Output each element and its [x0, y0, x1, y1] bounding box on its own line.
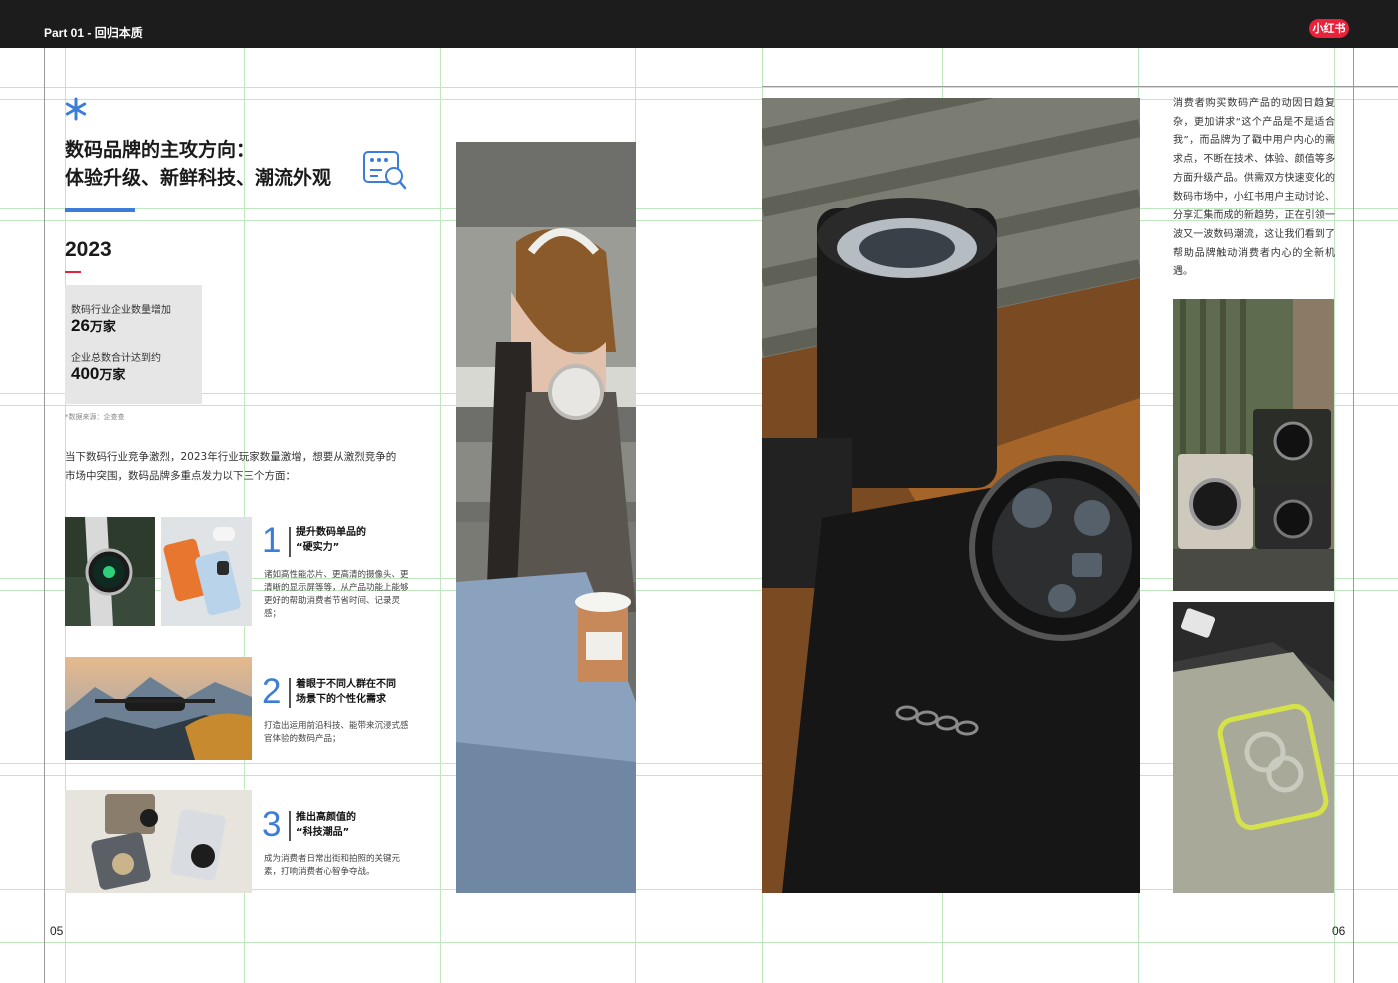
foldable-phones-photo	[65, 790, 252, 893]
header-bar: Part 01 - 回归本质 小红书	[0, 0, 1398, 48]
asterisk-icon	[65, 97, 87, 121]
item-divider-1	[289, 527, 291, 557]
stat-label-1: 数码行业企业数量增加	[71, 305, 171, 316]
brand-badge: 小红书	[1309, 19, 1349, 38]
item-heading-1: 提升数码单品的 “硬实力”	[296, 527, 366, 553]
item-divider-2	[289, 678, 291, 708]
item-heading-2: 着眼于不同人群在不同 场景下的个性化需求	[296, 679, 396, 705]
item-number-2: 2	[262, 672, 282, 711]
item-description-2: 打造出运用前沿科技、能带来沉浸式感官体验的数码产品；	[264, 721, 409, 744]
title-line-1: 数码品牌的主攻方向：	[65, 139, 256, 161]
vintage-cameras-photo	[1173, 299, 1334, 591]
title-underline	[65, 208, 135, 212]
laptop-sticker-photo	[1173, 602, 1334, 893]
stat-label-2: 企业总数合计达到约	[71, 353, 161, 364]
item-divider-3	[289, 811, 291, 841]
camera-phone-photo	[762, 98, 1140, 893]
data-source-note: *数据来源：企查查	[65, 413, 125, 421]
phones-photo	[161, 517, 252, 626]
page-number-left: 05	[50, 924, 64, 938]
item-description-1: 诸如高性能芯片、更高清的摄像头、更清晰的显示屏等等，从产品功能上能够更好的帮助消…	[264, 570, 409, 619]
page-number-right: 06	[1332, 924, 1346, 938]
drone-photo	[65, 657, 252, 760]
intro-paragraph: 当下数码行业竞争激烈，2023年行业玩家数量激增，想要从激烈竞争的 市场中突围，…	[65, 451, 397, 482]
stat-value-2: 400万家	[71, 364, 126, 383]
search-document-icon	[363, 151, 407, 190]
headphones-woman-photo	[456, 142, 636, 893]
item-number-1: 1	[262, 521, 282, 560]
stat-value-1: 26万家	[71, 316, 116, 335]
right-paragraph: 消费者购买数码产品的动因日趋复杂，更加讲求“这个产品是不是适合我”，而品牌为了戳…	[1173, 98, 1335, 278]
item-number-3: 3	[262, 805, 282, 844]
item-description-3: 成为消费者日常出街和拍照的关键元素，打响消费者心智争夺战。	[264, 854, 401, 877]
year-underline	[65, 271, 81, 273]
page-title: 数码品牌的主攻方向： 体验升级、新鲜科技、潮流外观	[65, 136, 365, 192]
year-heading: 2023	[65, 238, 112, 261]
item-heading-3: 推出高颜值的 “科技潮品”	[296, 812, 356, 838]
smartwatch-photo	[65, 517, 155, 626]
stat-box: 数码行业企业数量增加 26万家 企业总数合计达到约 400万家	[65, 285, 202, 404]
title-line-2: 体验升级、新鲜科技、潮流外观	[65, 167, 332, 189]
part-label: Part 01 - 回归本质	[44, 26, 143, 40]
